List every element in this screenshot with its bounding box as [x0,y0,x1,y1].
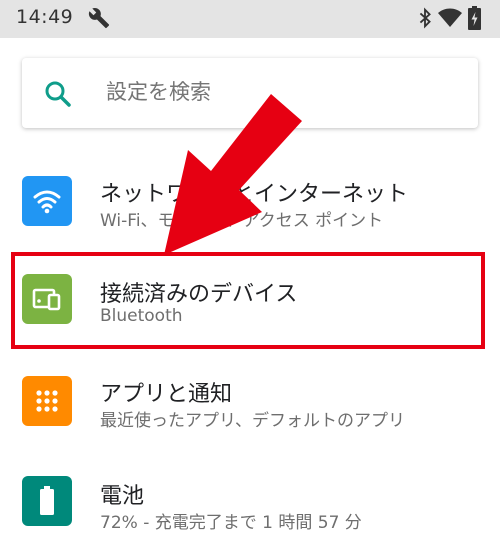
item-title: アプリと通知 [100,382,233,407]
settings-item-battery[interactable]: 電池 72% - 充電完了まで 1 時間 57 分 [0,460,500,550]
apps-grid-icon [22,376,72,426]
devices-icon [22,274,72,324]
item-title: 接続済みのデバイス [100,282,298,307]
battery-icon [22,476,72,526]
wrench-icon [88,8,110,29]
item-title: 電池 [100,484,145,509]
wifi-signal-icon [438,8,462,27]
item-title: ネットワークとインターネット [100,182,409,207]
item-subtitle: Bluetooth [100,306,183,326]
item-subtitle: Wi-Fi、モバイル、アクセス ポイント [100,211,384,231]
search-input[interactable] [106,80,446,104]
bluetooth-icon [419,7,431,29]
wifi-icon [22,176,72,226]
item-subtitle: 最近使ったアプリ、デフォルトのアプリ [100,411,405,431]
settings-item-network[interactable]: ネットワークとインターネット Wi-Fi、モバイル、アクセス ポイント [0,160,500,250]
search-icon [45,81,71,107]
settings-item-apps[interactable]: アプリと通知 最近使ったアプリ、デフォルトのアプリ [0,360,500,450]
status-time: 14:49 [16,6,74,28]
settings-item-connected-devices[interactable]: 接続済みのデバイス Bluetooth [0,258,500,348]
battery-charging-icon [468,6,481,30]
item-subtitle: 72% - 充電完了まで 1 時間 57 分 [100,513,362,533]
status-bar: 14:49 [0,0,500,38]
search-bar[interactable] [22,58,478,128]
